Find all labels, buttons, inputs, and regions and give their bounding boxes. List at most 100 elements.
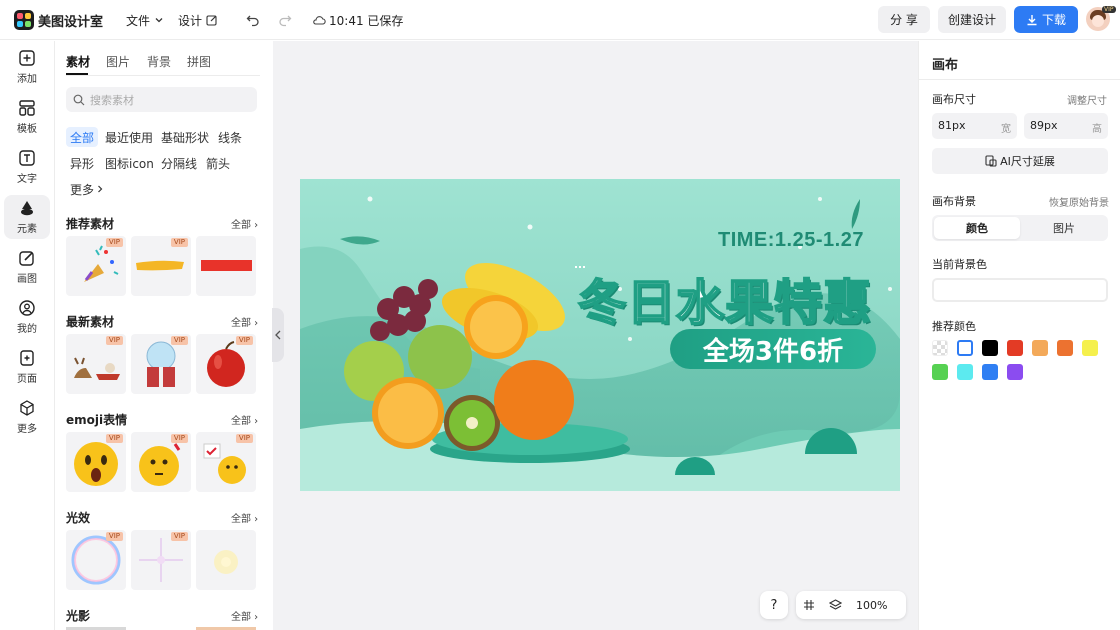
- restore-bg-link[interactable]: 恢复原始背景: [1049, 194, 1109, 209]
- search-box[interactable]: 搜索素材: [66, 87, 257, 112]
- left-rail: 添加 模板 文字 元素 画图 我的 页面 更多: [0, 41, 55, 630]
- material-tile-confetti[interactable]: VIP: [66, 236, 126, 296]
- user-icon: [19, 300, 35, 316]
- vip-badge: VIP: [235, 336, 253, 345]
- chevron-left-icon: [275, 330, 281, 340]
- chevron-right-icon: [98, 185, 103, 193]
- material-tile-bubble[interactable]: VIP: [66, 530, 126, 590]
- banner-time-text[interactable]: TIME:1.25-1.27: [718, 229, 864, 252]
- color-swatch-black[interactable]: [982, 340, 998, 356]
- plus-square-icon: [19, 50, 35, 66]
- vip-badge: VIP: [235, 434, 253, 443]
- tab-image[interactable]: 图片: [1022, 217, 1106, 239]
- help-button[interactable]: ?: [760, 591, 788, 619]
- banner-sub-pill[interactable]: 全场3件6折: [670, 329, 876, 369]
- rail-item-text[interactable]: 文字: [4, 145, 50, 189]
- rail-item-page[interactable]: 页面: [4, 345, 50, 389]
- download-icon: [1027, 14, 1037, 25]
- material-tile-chick-emoji[interactable]: VIP: [196, 432, 256, 492]
- rail-item-draw[interactable]: 画图: [4, 245, 50, 289]
- top-bar: 美图设计室 文件 设计 10:41 已保存 分 享 创建设计 下载 VIP: [0, 0, 1120, 40]
- section-all-link[interactable]: 全部 ›: [231, 608, 258, 623]
- redo-button[interactable]: [278, 0, 292, 40]
- material-tile-glow[interactable]: [196, 530, 256, 590]
- color-swatch-green[interactable]: [932, 364, 948, 380]
- rail-item-mine[interactable]: 我的: [4, 295, 50, 339]
- color-swatch-orange[interactable]: [1057, 340, 1073, 356]
- zoom-level[interactable]: 100%: [856, 599, 887, 612]
- color-swatch-transparent[interactable]: [932, 340, 948, 356]
- vip-badge: VIP: [170, 532, 188, 541]
- width-field[interactable]: 81px 宽: [932, 113, 1017, 139]
- rail-item-label: 更多: [17, 424, 37, 435]
- design-menu[interactable]: 设计: [178, 0, 218, 40]
- material-tile-apple[interactable]: VIP: [196, 334, 256, 394]
- edit-icon: [206, 15, 217, 26]
- tab-backgrounds[interactable]: 背景: [147, 53, 171, 70]
- material-tile-yellow-brush[interactable]: VIP: [131, 236, 191, 296]
- color-swatch-yellow[interactable]: [1082, 340, 1098, 356]
- rail-item-more[interactable]: 更多: [4, 395, 50, 439]
- rail-item-elements[interactable]: 元素: [4, 195, 50, 239]
- app-logo-icon[interactable]: [14, 10, 34, 30]
- color-swatch-blue[interactable]: [982, 364, 998, 380]
- color-swatch-purple[interactable]: [1007, 364, 1023, 380]
- chip-icons[interactable]: 图标icon: [101, 153, 158, 173]
- rail-item-label: 元素: [17, 224, 37, 235]
- material-tile-sparkle[interactable]: VIP: [131, 530, 191, 590]
- section-all-link[interactable]: 全部 ›: [231, 314, 258, 329]
- chip-dividers[interactable]: 分隔线: [157, 153, 201, 173]
- vip-badge: VIP: [105, 434, 123, 443]
- section-title: 推荐素材: [66, 217, 115, 231]
- rail-item-add[interactable]: 添加: [4, 45, 50, 89]
- banner-sub-headline: 全场3件6折: [702, 336, 844, 367]
- chip-irregular[interactable]: 异形: [66, 153, 98, 173]
- tab-images[interactable]: 图片: [106, 53, 130, 70]
- app-name[interactable]: 美图设计室: [38, 11, 103, 30]
- section-all-link[interactable]: 全部 ›: [231, 510, 258, 525]
- panel-collapse-handle[interactable]: [272, 308, 284, 362]
- layers-icon: [828, 599, 842, 610]
- material-tile-shocked-emoji[interactable]: VIP: [66, 432, 126, 492]
- banner-headline[interactable]: 冬日水果特惠: [577, 263, 872, 333]
- color-swatch-light-orange[interactable]: [1032, 340, 1048, 356]
- tab-collage[interactable]: 拼图: [187, 53, 211, 70]
- material-tile-reindeer[interactable]: VIP: [66, 334, 126, 394]
- current-bg-field[interactable]: [932, 278, 1108, 302]
- props-title: 画布: [932, 58, 959, 73]
- grid-toggle[interactable]: [796, 591, 822, 619]
- tab-color[interactable]: 颜色: [934, 217, 1020, 239]
- vip-badge: VIP: [105, 238, 123, 247]
- design-canvas[interactable]: TIME:1.25-1.27 冬日水果特惠 全场3件6折: [300, 179, 900, 491]
- section-all-link[interactable]: 全部 ›: [231, 412, 258, 427]
- file-menu[interactable]: 文件: [126, 0, 164, 40]
- all-label: 全部: [231, 514, 251, 525]
- material-tile-red-bar[interactable]: [196, 236, 256, 296]
- chip-lines[interactable]: 线条: [214, 127, 246, 147]
- color-swatch-white[interactable]: [957, 340, 973, 356]
- color-swatch-cyan[interactable]: [957, 364, 973, 380]
- chip-more[interactable]: 更多: [66, 179, 108, 199]
- section-title: 光影: [66, 609, 91, 623]
- material-tile-thinking-emoji[interactable]: VIP: [131, 432, 191, 492]
- rail-item-template[interactable]: 模板: [4, 95, 50, 139]
- create-design-button[interactable]: 创建设计: [938, 6, 1006, 33]
- section-all-link[interactable]: 全部 ›: [231, 216, 258, 231]
- adjust-size-link[interactable]: 调整尺寸: [1067, 92, 1107, 107]
- tab-materials[interactable]: 素材: [66, 53, 90, 70]
- file-menu-label: 文件: [126, 13, 151, 28]
- chip-basic-shapes[interactable]: 基础形状: [157, 127, 213, 147]
- chip-recent[interactable]: 最近使用: [101, 127, 157, 147]
- rail-item-label: 我的: [17, 324, 37, 335]
- height-field[interactable]: 89px 高: [1024, 113, 1108, 139]
- undo-button[interactable]: [246, 0, 260, 40]
- chip-arrows[interactable]: 箭头: [202, 153, 234, 173]
- share-button[interactable]: 分 享: [878, 6, 930, 33]
- download-button[interactable]: 下载: [1014, 6, 1078, 33]
- layers-toggle[interactable]: [822, 591, 848, 619]
- chip-all[interactable]: 全部: [66, 127, 99, 147]
- ai-expand-button[interactable]: AI尺寸延展: [932, 148, 1108, 174]
- color-swatch-red[interactable]: [1007, 340, 1023, 356]
- zoom-toolbar: 100%: [796, 591, 906, 619]
- material-tile-snow-globe[interactable]: VIP: [131, 334, 191, 394]
